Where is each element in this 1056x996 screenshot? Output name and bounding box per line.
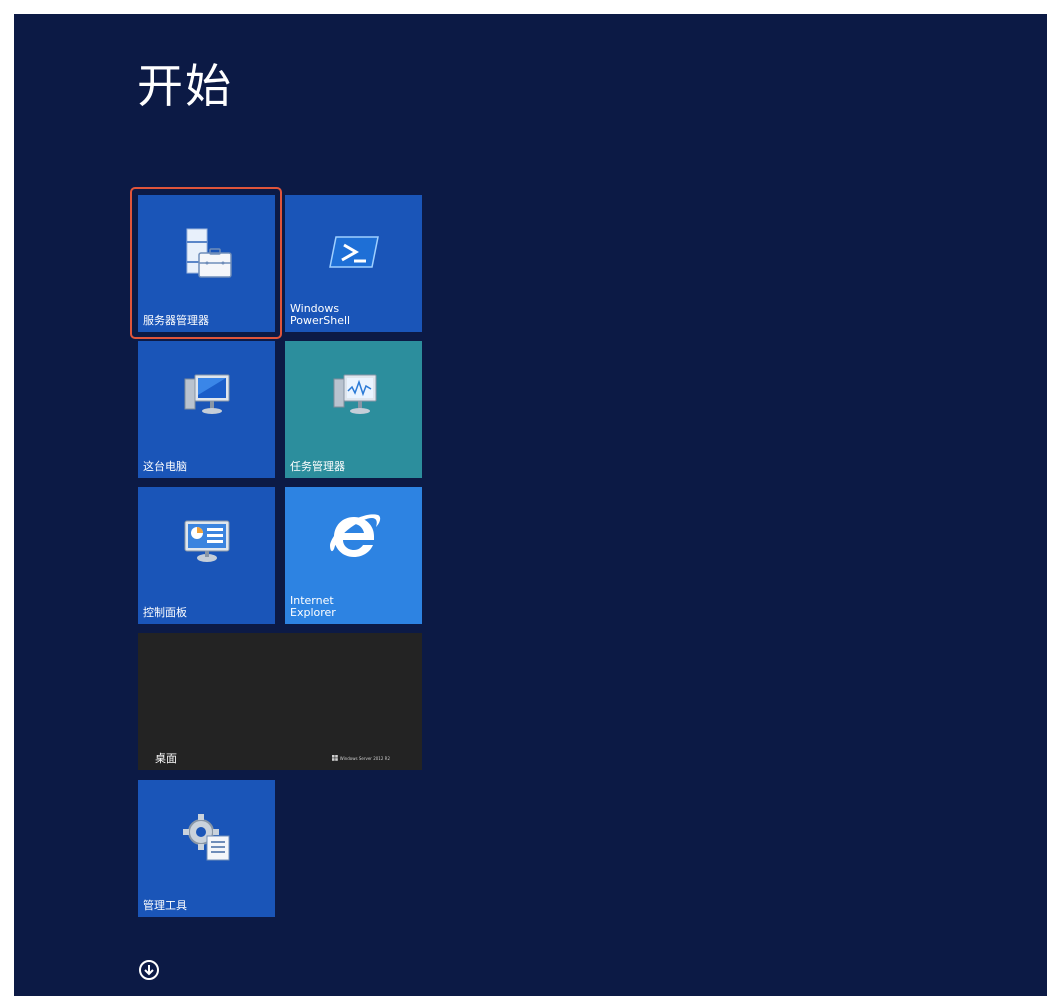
tile-server-manager[interactable]: 服务器管理器	[138, 195, 275, 332]
tile-label: 任务管理器	[290, 460, 345, 473]
tile-label: 这台电脑	[143, 460, 187, 473]
start-title: 开始	[137, 59, 233, 113]
internet-explorer-icon	[329, 514, 380, 557]
tile-desktop[interactable]: 桌面 Windows Server 2012 R2	[138, 633, 422, 770]
desktop-brand: Windows Server 2012 R2	[331, 755, 390, 762]
admin-tools-icon	[182, 814, 229, 861]
tile-label: Windows PowerShell	[290, 302, 351, 327]
task-manager-icon	[333, 374, 376, 414]
tile-label: 控制面板	[143, 606, 187, 619]
powershell-icon	[328, 236, 379, 268]
tile-label: Internet Explorer	[290, 594, 336, 619]
all-apps-button[interactable]	[139, 960, 159, 980]
tile-label: 管理工具	[143, 899, 187, 912]
control-panel-icon	[184, 520, 229, 562]
windows-logo-icon	[331, 755, 338, 762]
tile-windows-powershell[interactable]: Windows PowerShell	[285, 195, 422, 332]
tile-admin-tools[interactable]: 管理工具	[138, 780, 275, 917]
down-arrow-circle-icon	[144, 965, 154, 976]
tile-internet-explorer[interactable]: Internet Explorer	[285, 487, 422, 624]
server-manager-icon	[186, 228, 232, 278]
desktop-brand-text: Windows Server 2012 R2	[339, 756, 390, 761]
computer-icon	[184, 374, 229, 414]
tile-control-panel[interactable]: 控制面板	[138, 487, 275, 624]
tile-task-manager[interactable]: 任务管理器	[285, 341, 422, 478]
start-screen: 开始 服务器管理器 Windows PowerShell 这台电脑 任务管理器 …	[14, 14, 1047, 996]
tile-this-pc[interactable]: 这台电脑	[138, 341, 275, 478]
tile-label: 服务器管理器	[143, 314, 209, 327]
